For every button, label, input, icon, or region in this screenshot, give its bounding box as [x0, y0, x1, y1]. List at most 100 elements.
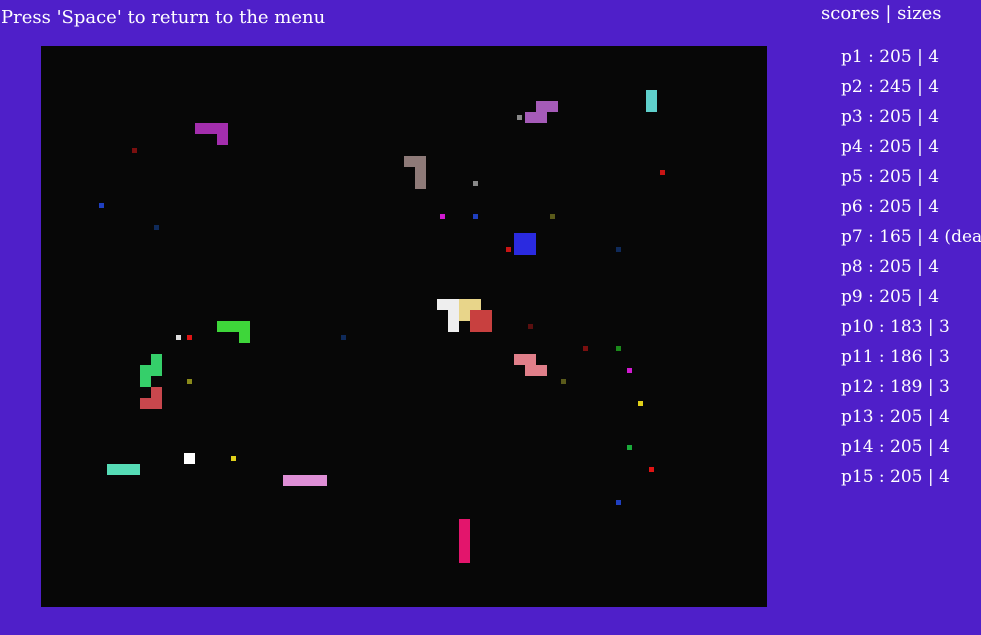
score-line-p11: p11 : 186 | 3	[841, 347, 950, 367]
snake-segment	[228, 321, 239, 332]
snake-head	[151, 354, 162, 365]
snake-segment	[118, 464, 129, 475]
snake-segment	[448, 299, 459, 310]
snake-segment	[514, 244, 525, 255]
food-pellet	[473, 214, 478, 219]
snake-segment	[415, 156, 426, 167]
food-pellet	[627, 368, 632, 373]
snake-segment	[525, 365, 536, 376]
snake-segment	[217, 134, 228, 145]
snake-orchid-top	[525, 101, 558, 123]
snake-aqua	[107, 464, 140, 475]
snake-head	[195, 123, 206, 134]
score-line-p6: p6 : 205 | 4	[841, 197, 940, 217]
snake-red	[470, 310, 492, 332]
food-pellet	[583, 346, 588, 351]
scoreboard-header: scores | sizes	[821, 3, 942, 24]
menu-hint: Press 'Space' to return to the menu	[1, 7, 326, 28]
snake-violet-pink	[283, 475, 327, 486]
snake-head	[437, 299, 448, 310]
snake-segment	[140, 398, 151, 409]
snake-emerald	[140, 354, 162, 387]
food-pellet	[231, 456, 236, 461]
snake-magenta-left	[195, 123, 228, 145]
snake-white	[437, 299, 459, 332]
snake-segment	[316, 475, 327, 486]
snake-head	[459, 519, 470, 530]
snake-segment	[415, 178, 426, 189]
snake-rose	[459, 519, 470, 563]
snake-head	[107, 464, 118, 475]
snake-segment	[525, 354, 536, 365]
score-line-p13: p13 : 205 | 4	[841, 407, 950, 427]
snake-segment	[459, 530, 470, 541]
food-pellet	[638, 401, 643, 406]
score-line-p5: p5 : 205 | 4	[841, 167, 940, 187]
score-line-p14: p14 : 205 | 4	[841, 437, 950, 457]
score-line-p15: p15 : 205 | 4	[841, 467, 950, 487]
snake-segment	[448, 321, 459, 332]
snake-segment	[129, 464, 140, 475]
snake-head	[459, 299, 470, 310]
food-pellet	[616, 346, 621, 351]
snake-segment	[459, 552, 470, 563]
snake-segment	[415, 167, 426, 178]
snake-blue	[514, 233, 536, 255]
snake-head	[404, 156, 415, 167]
snake-segment	[459, 310, 470, 321]
snake-segment	[294, 475, 305, 486]
food-pellet	[616, 500, 621, 505]
snake-segment	[448, 310, 459, 321]
food-pellet	[627, 445, 632, 450]
food-pellet	[550, 214, 555, 219]
snake-cyan	[646, 90, 657, 112]
snake-segment	[140, 365, 151, 376]
food-pellet	[176, 335, 181, 340]
snake-segment	[536, 112, 547, 123]
snake-head	[470, 310, 481, 321]
arena-canvas	[99, 90, 665, 563]
food-pellet	[473, 181, 478, 186]
score-line-p7: p7 : 165 | 4 (dead)	[841, 227, 981, 247]
snake-segment	[536, 365, 547, 376]
snake-segment	[525, 112, 536, 123]
score-line-p1: p1 : 205 | 4	[841, 47, 940, 67]
snake-segment	[151, 365, 162, 376]
score-line-p10: p10 : 183 | 3	[841, 317, 950, 337]
snake-head	[283, 475, 294, 486]
snake-segment	[470, 299, 481, 310]
score-line-p12: p12 : 189 | 3	[841, 377, 950, 397]
snake-segment	[525, 244, 536, 255]
snake-segment	[305, 475, 316, 486]
food-pellet	[528, 324, 533, 329]
scoreboard: scores | sizes p1 : 205 | 4 p2 : 245 | 4…	[772, 0, 981, 635]
snake-head	[217, 321, 228, 332]
snake-segment	[525, 233, 536, 244]
snake-segment	[481, 310, 492, 321]
snake-segment	[481, 321, 492, 332]
snake-segment	[547, 101, 558, 112]
food-pellet	[187, 379, 192, 384]
food-pellet	[132, 148, 137, 153]
game-arena	[41, 46, 767, 607]
snake-taupe	[404, 156, 426, 189]
food-pellet	[184, 453, 195, 464]
food-pellet	[649, 467, 654, 472]
snake-segment	[459, 541, 470, 552]
snake-segment	[239, 332, 250, 343]
food-pellet	[660, 170, 665, 175]
food-pellet	[154, 225, 159, 230]
food-pellet	[341, 335, 346, 340]
snake-head	[151, 387, 162, 398]
snake-segment	[646, 101, 657, 112]
score-line-p2: p2 : 245 | 4	[841, 77, 940, 97]
snake-crimson	[140, 387, 162, 409]
score-line-p9: p9 : 205 | 4	[841, 287, 940, 307]
food-pellet	[187, 335, 192, 340]
score-line-p4: p4 : 205 | 4	[841, 137, 940, 157]
food-pellet	[517, 115, 522, 120]
food-pellet	[440, 214, 445, 219]
score-line-p3: p3 : 205 | 4	[841, 107, 940, 127]
food-pellet	[616, 247, 621, 252]
snake-pink	[514, 354, 547, 376]
